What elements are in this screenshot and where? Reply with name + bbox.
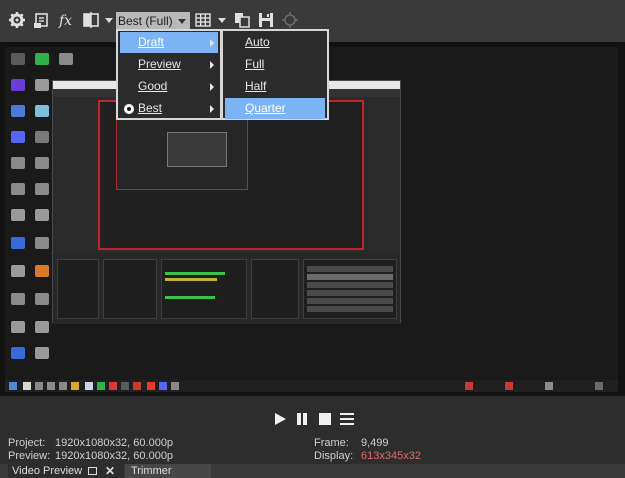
pause-icon[interactable] (295, 412, 309, 426)
desktop-icon (11, 53, 25, 65)
radio-selected-icon (124, 104, 134, 114)
frame-value: 9,499 (361, 437, 389, 449)
grid-dropdown-icon[interactable] (218, 18, 226, 23)
submenu-item-quarter[interactable]: Quarter (225, 98, 325, 119)
display-label: Display: (314, 450, 354, 462)
transport-controls (0, 404, 625, 434)
gear-icon[interactable] (8, 11, 26, 29)
menu-item-draft[interactable]: Draft (120, 32, 218, 53)
menu-icon[interactable] (340, 412, 354, 426)
desktop-icon (35, 265, 49, 277)
desktop-icon (35, 321, 49, 333)
external-monitor-icon[interactable] (281, 11, 299, 29)
close-icon[interactable]: ✕ (105, 464, 115, 478)
desktop-icon (11, 157, 25, 169)
desktop-icon (35, 209, 49, 221)
play-icon[interactable] (273, 412, 287, 426)
desktop-icon (11, 293, 25, 305)
desktop-icon (35, 293, 49, 305)
submenu-item-full-label: Full (245, 57, 265, 71)
svg-text:fx: fx (58, 13, 72, 29)
float-window-icon[interactable] (88, 467, 97, 475)
nested-capture-window (167, 132, 227, 167)
captured-taskbar (5, 380, 618, 392)
chevron-right-icon (210, 83, 214, 91)
draft-submenu: Auto Full Half Quarter (221, 29, 329, 120)
desktop-icon (35, 53, 49, 65)
chevron-down-icon (178, 19, 186, 24)
captured-obs-docks (53, 253, 400, 324)
desktop-icon (35, 131, 49, 143)
preview-status: Project: 1920x1080x32, 60.000p Preview: … (0, 436, 625, 464)
menu-item-preview-label: Preview (138, 57, 181, 71)
obs-transitions-panel (251, 259, 299, 319)
project-value: 1920x1080x32, 60.000p (55, 437, 174, 449)
split-screen-dropdown-icon[interactable] (105, 18, 113, 23)
obs-controls-panel (303, 259, 397, 319)
stop-icon[interactable] (318, 412, 332, 426)
menu-item-draft-label: Draft (138, 35, 165, 49)
tab-trimmer-label: Trimmer (131, 465, 172, 477)
obs-sources-panel (103, 259, 157, 319)
tab-trimmer[interactable]: Trimmer (125, 464, 211, 478)
desktop-icon (11, 321, 25, 333)
submenu-item-half-label: Half (245, 79, 267, 93)
chevron-right-icon (210, 105, 214, 113)
desktop-icon (11, 209, 25, 221)
tab-video-preview-label: Video Preview (12, 465, 83, 477)
menu-item-best[interactable]: Best (120, 98, 218, 119)
tab-video-preview[interactable]: Video Preview ✕ (8, 464, 124, 478)
chevron-right-icon (210, 61, 214, 69)
obs-mixer-panel (161, 259, 247, 319)
preview-quality-value: Best (Full) (118, 14, 173, 28)
desktop-icon (35, 237, 49, 249)
device-icon[interactable] (33, 11, 51, 29)
preview-quality-dropdown[interactable]: Best (Full) (116, 12, 190, 30)
preview-value: 1920x1080x32, 60.000p (55, 450, 174, 462)
frame-label: Frame: (314, 437, 349, 449)
menu-item-best-label: Best (138, 101, 163, 115)
desktop-icon (11, 237, 25, 249)
display-value: 613x345x32 (361, 450, 421, 462)
project-label: Project: (8, 437, 46, 449)
menu-item-good-label: Good (138, 79, 168, 93)
desktop-icon (11, 131, 25, 143)
split-screen-icon[interactable] (82, 11, 100, 29)
fx-icon[interactable]: fx (58, 11, 76, 29)
preview-label: Preview: (8, 450, 51, 462)
menu-item-good[interactable]: Good (120, 76, 218, 97)
desktop-icon (35, 347, 49, 359)
desktop-icon (35, 157, 49, 169)
desktop-icon (11, 265, 25, 277)
preview-quality-menu: Draft Preview Good Best (116, 29, 222, 120)
window-tabs: Video Preview ✕ Trimmer (0, 464, 625, 478)
copy-snapshot-icon[interactable] (233, 11, 251, 29)
desktop-icon (59, 53, 73, 65)
desktop-icon (35, 105, 49, 117)
menu-item-preview[interactable]: Preview (120, 54, 218, 75)
submenu-item-auto[interactable]: Auto (225, 32, 325, 53)
desktop-icon (11, 79, 25, 91)
captured-obs-canvas (98, 100, 364, 250)
desktop-icon (35, 183, 49, 195)
submenu-item-quarter-label: Quarter (245, 101, 286, 115)
chevron-right-icon (210, 39, 214, 47)
obs-scenes-panel (57, 259, 99, 319)
desktop-icon (11, 183, 25, 195)
desktop-icon (35, 79, 49, 91)
desktop-icon (11, 347, 25, 359)
submenu-item-full[interactable]: Full (225, 54, 325, 75)
submenu-item-half[interactable]: Half (225, 76, 325, 97)
desktop-icon (11, 105, 25, 117)
submenu-item-auto-label: Auto (245, 35, 270, 49)
save-snapshot-icon[interactable] (257, 11, 275, 29)
grid-icon[interactable] (194, 11, 212, 29)
